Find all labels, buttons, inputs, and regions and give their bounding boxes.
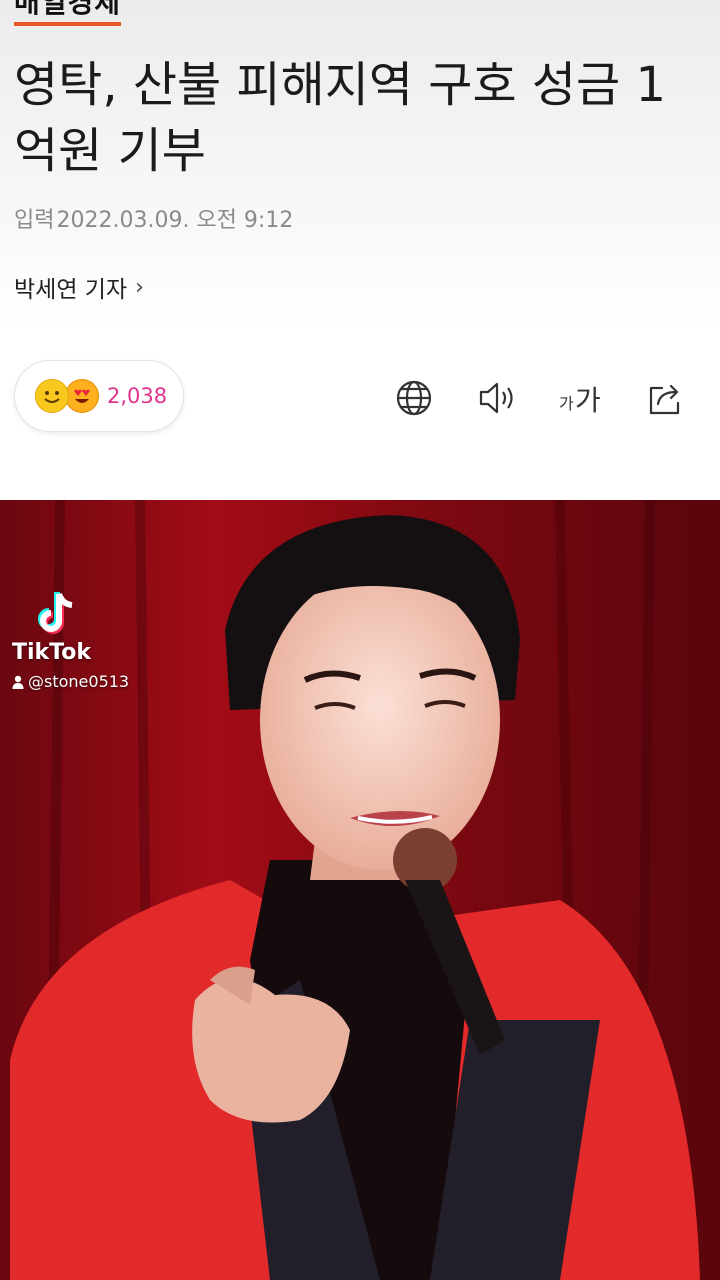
share-button[interactable] xyxy=(638,372,694,424)
timestamp-value: 2022.03.09. 오전 9:12 xyxy=(56,208,294,233)
read-aloud-button[interactable] xyxy=(470,372,526,424)
font-size-large-label: 가 xyxy=(575,384,601,417)
tiktok-logo-icon xyxy=(38,592,73,634)
tiktok-handle-text: @stone0513 xyxy=(28,672,130,691)
article-header: 매일경제 영탁, 산불 피해지역 구호 성금 1억원 기부 입력2022.03.… xyxy=(0,0,720,500)
tiktok-watermark: TikTok @stone0513 xyxy=(12,588,212,698)
speaker-icon xyxy=(479,382,513,414)
tiktok-brand: TikTok xyxy=(12,640,92,665)
reporter-name: 박세연 기자 xyxy=(14,277,128,303)
font-size-small-label: 가 xyxy=(559,394,574,413)
article-headline: 영탁, 산불 피해지역 구호 성금 1억원 기부 xyxy=(14,57,667,179)
reaction-button[interactable]: 2,038 xyxy=(14,360,184,432)
section-label[interactable]: 매일경제 xyxy=(14,0,122,26)
user-icon xyxy=(12,675,24,689)
reaction-count: 2,038 xyxy=(107,384,168,408)
font-size-icon: 가 가 xyxy=(559,384,601,417)
translate-button[interactable] xyxy=(386,372,442,424)
article-photo: TikTok @stone0513 xyxy=(0,500,720,1280)
reporter-link[interactable]: 박세연 기자 › xyxy=(14,270,144,304)
share-icon xyxy=(649,384,680,415)
heart-eyes-emoji-icon xyxy=(65,379,99,413)
article-toolbar: 가 가 xyxy=(386,372,694,424)
smile-emoji-icon xyxy=(35,379,69,413)
tiktok-handle: @stone0513 xyxy=(12,672,129,691)
chevron-right-icon: › xyxy=(135,274,144,300)
globe-icon xyxy=(396,380,432,416)
publish-timestamp: 입력2022.03.09. 오전 9:12 xyxy=(14,202,293,234)
timestamp-label: 입력 xyxy=(14,208,55,233)
font-size-button[interactable]: 가 가 xyxy=(554,372,610,424)
